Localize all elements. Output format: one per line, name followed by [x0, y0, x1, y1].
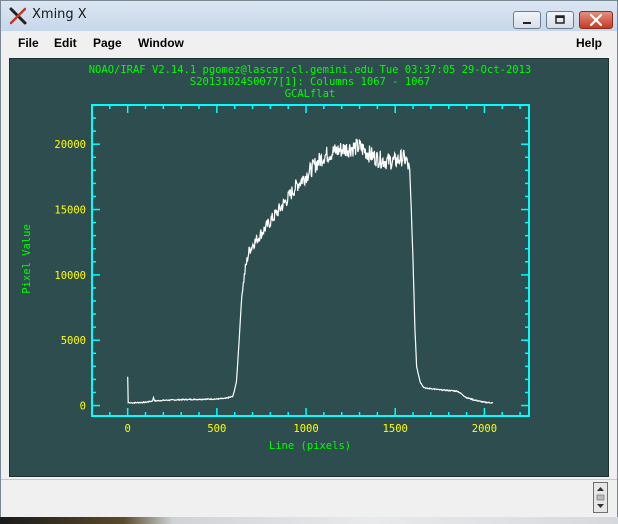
chart-title: GCALflat [285, 88, 336, 100]
xming-window: Xming X File Edit Page Window Help NOAO/… [0, 0, 618, 517]
menu-edit[interactable]: Edit [54, 36, 77, 50]
menu-bar: File Edit Page Window Help [1, 31, 617, 56]
axis-ticks [92, 105, 529, 416]
y-tick-label: 15000 [54, 205, 86, 217]
close-icon [589, 13, 603, 27]
y-tick-label: 10000 [54, 270, 86, 282]
header-line-1: NOAO/IRAF V2.14.1 pgomez@lascar.cl.gemin… [89, 64, 532, 76]
taskbar-strip [0, 517, 618, 524]
menu-window[interactable]: Window [138, 36, 184, 50]
x-axis-label: Line (pixels) [269, 440, 351, 452]
y-tick-label: 5000 [61, 335, 86, 347]
x-tick-label: 0 [125, 423, 131, 435]
plot-canvas[interactable]: NOAO/IRAF V2.14.1 pgomez@lascar.cl.gemin… [9, 58, 609, 477]
iraf-plot: NOAO/IRAF V2.14.1 pgomez@lascar.cl.gemin… [21, 64, 532, 452]
plot-frame [91, 104, 530, 417]
x-tick-label: 500 [207, 423, 226, 435]
window-title: Xming X [32, 7, 87, 22]
maximize-icon [555, 15, 565, 24]
vertical-scrollbar[interactable] [593, 482, 608, 513]
x-tick-labels: 0 500 1000 1500 2000 [125, 423, 498, 435]
y-tick-label: 20000 [54, 139, 86, 151]
menu-file[interactable]: File [18, 36, 39, 50]
header-line-2: S20131024S0077[1]: Columns 1067 - 1067 [190, 76, 430, 88]
y-tick-labels: 0 5000 10000 15000 20000 [54, 139, 86, 412]
y-axis-label: Pixel Value [21, 224, 33, 294]
status-bar [1, 479, 617, 517]
x-logo-icon [9, 7, 27, 25]
menu-page[interactable]: Page [93, 36, 122, 50]
minimize-button[interactable] [513, 11, 541, 29]
x-tick-label: 1000 [293, 423, 318, 435]
close-button[interactable] [579, 11, 613, 29]
x-tick-label: 1500 [383, 423, 408, 435]
y-tick-label: 0 [80, 401, 86, 413]
x-tick-label: 2000 [472, 423, 497, 435]
title-bar[interactable]: Xming X [1, 1, 617, 31]
maximize-button[interactable] [546, 11, 574, 29]
minimize-icon [523, 22, 531, 24]
data-series-line [127, 138, 494, 405]
menu-help[interactable]: Help [576, 36, 602, 50]
scroll-arrows-icon [596, 487, 605, 508]
